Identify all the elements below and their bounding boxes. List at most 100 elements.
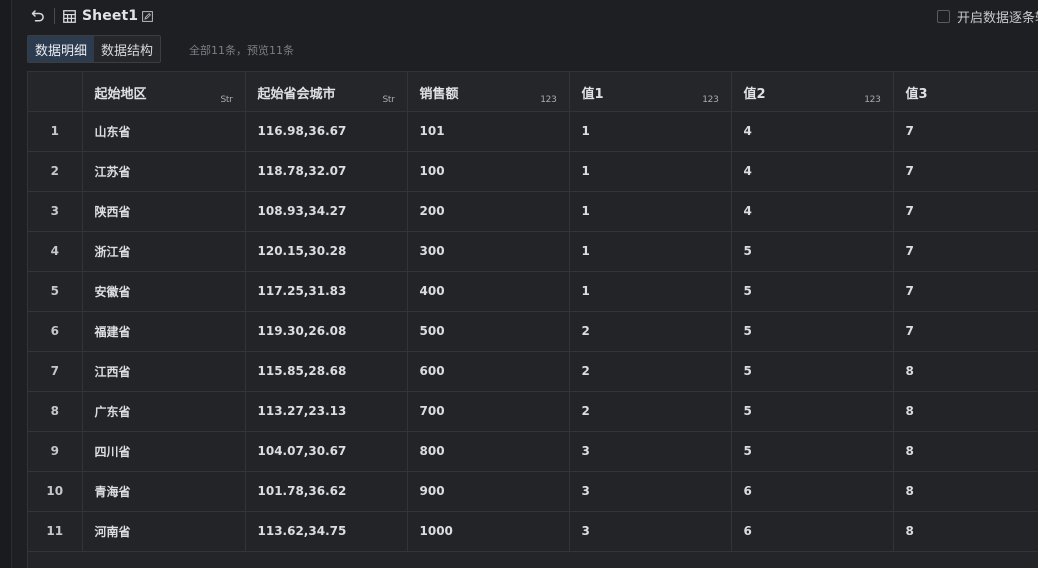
table-cell[interactable]: 2 [569, 391, 732, 432]
column-name: 销售额 [419, 87, 459, 102]
column-name: 起始省会城市 [257, 87, 336, 102]
table-cell[interactable]: 青海省 [82, 471, 246, 512]
table-cell[interactable]: 7 [893, 271, 1038, 312]
table-row[interactable]: 9 四川省 104.07,30.67 800 3 5 8 [28, 431, 1038, 472]
table-cell[interactable]: 6 [731, 471, 894, 512]
table-row[interactable]: 1 山东省 116.98,36.67 101 1 4 7 [28, 111, 1038, 152]
table-cell[interactable]: 陕西省 [82, 191, 246, 232]
table-cell[interactable]: 5 [731, 271, 894, 312]
table-cell[interactable]: 500 [407, 311, 570, 352]
table-cell[interactable]: 2 [569, 351, 732, 392]
table-cell[interactable]: 100 [407, 151, 570, 192]
table-cell[interactable]: 8 [893, 391, 1038, 432]
table-cell[interactable]: 山东省 [82, 111, 246, 152]
table-cell[interactable]: 7 [893, 111, 1038, 152]
page: Sheet1 开启数据逐条轮 数据明细 数据结构 全部11条，预览11条 [0, 0, 1038, 568]
table-row[interactable]: 3 陕西省 108.93,34.27 200 1 4 7 [28, 191, 1038, 232]
row-index: 8 [28, 391, 83, 432]
table-cell[interactable]: 115.85,28.68 [245, 351, 408, 392]
table-cell[interactable]: 4 [731, 191, 894, 232]
table-cell[interactable]: 101.78,36.62 [245, 471, 408, 512]
table-cell[interactable]: 1 [569, 151, 732, 192]
table-row[interactable]: 11 河南省 113.62,34.75 1000 3 6 8 [28, 511, 1038, 552]
table-cell[interactable]: 104.07,30.67 [245, 431, 408, 472]
table-cell[interactable]: 900 [407, 471, 570, 512]
column-header[interactable]: 值3 123 [893, 72, 1038, 112]
table-cell[interactable]: 5 [731, 431, 894, 472]
table-cell[interactable]: 1 [569, 111, 732, 152]
table-cell[interactable]: 113.27,23.13 [245, 391, 408, 432]
table-row[interactable]: 6 福建省 119.30,26.08 500 2 5 7 [28, 311, 1038, 352]
table-cell[interactable]: 600 [407, 351, 570, 392]
table-cell[interactable]: 113.62,34.75 [245, 511, 408, 552]
table-cell[interactable]: 7 [893, 191, 1038, 232]
table-cell[interactable]: 江苏省 [82, 151, 246, 192]
table-cell[interactable]: 1 [569, 271, 732, 312]
table-cell[interactable]: 广东省 [82, 391, 246, 432]
table-cell[interactable]: 8 [893, 511, 1038, 552]
row-index: 9 [28, 431, 83, 472]
table-cell[interactable]: 5 [731, 231, 894, 272]
table-row[interactable]: 10 青海省 101.78,36.62 900 3 6 8 [28, 471, 1038, 512]
table-cell[interactable]: 3 [569, 431, 732, 472]
table-cell[interactable]: 101 [407, 111, 570, 152]
column-header[interactable]: 销售额 123 [407, 72, 570, 112]
table-cell[interactable]: 800 [407, 431, 570, 472]
table-cell[interactable]: 7 [893, 231, 1038, 272]
index-header [28, 72, 83, 112]
table-cell[interactable]: 700 [407, 391, 570, 432]
tab-data-detail[interactable]: 数据明细 [28, 36, 95, 62]
column-header[interactable]: 起始地区 Str [82, 72, 246, 112]
table-cell[interactable]: 117.25,31.83 [245, 271, 408, 312]
column-header[interactable]: 值1 123 [569, 72, 732, 112]
table-cell[interactable]: 108.93,34.27 [245, 191, 408, 232]
table-cell[interactable]: 8 [893, 471, 1038, 512]
auto-rotate-toggle[interactable]: 开启数据逐条轮 [936, 7, 1038, 26]
table-cell[interactable]: 6 [731, 511, 894, 552]
table-cell[interactable]: 7 [893, 311, 1038, 352]
undo-arrow-icon[interactable] [26, 4, 50, 28]
table-cell[interactable]: 120.15,30.28 [245, 231, 408, 272]
table-cell[interactable]: 5 [731, 311, 894, 352]
row-index: 4 [28, 231, 83, 272]
table-cell[interactable]: 浙江省 [82, 231, 246, 272]
table-cell[interactable]: 119.30,26.08 [245, 311, 408, 352]
table-cell[interactable]: 2 [569, 311, 732, 352]
data-table-container[interactable]: 起始地区 Str 起始省会城市 Str 销售额 123 值1 123 值2 12… [27, 71, 1038, 568]
table-cell[interactable]: 118.78,32.07 [245, 151, 408, 192]
row-index: 11 [28, 511, 83, 552]
table-cell[interactable]: 福建省 [82, 311, 246, 352]
table-cell[interactable]: 3 [569, 511, 732, 552]
table-cell[interactable]: 3 [569, 471, 732, 512]
table-cell[interactable]: 河南省 [82, 511, 246, 552]
table-row[interactable]: 4 浙江省 120.15,30.28 300 1 5 7 [28, 231, 1038, 272]
table-cell[interactable]: 116.98,36.67 [245, 111, 408, 152]
table-cell[interactable]: 7 [893, 151, 1038, 192]
table-cell[interactable]: 4 [731, 151, 894, 192]
table-cell[interactable]: 8 [893, 351, 1038, 392]
table-cell[interactable]: 200 [407, 191, 570, 232]
table-cell[interactable]: 300 [407, 231, 570, 272]
table-row[interactable]: 2 江苏省 118.78,32.07 100 1 4 7 [28, 151, 1038, 192]
auto-rotate-checkbox[interactable] [936, 10, 950, 23]
table-cell[interactable]: 四川省 [82, 431, 246, 472]
table-cell[interactable]: 400 [407, 271, 570, 312]
column-header[interactable]: 值2 123 [731, 72, 894, 112]
table-cell[interactable]: 1 [569, 191, 732, 232]
table-cell[interactable]: 安徽省 [82, 271, 246, 312]
left-rail [0, 0, 12, 568]
table-row[interactable]: 8 广东省 113.27,23.13 700 2 5 8 [28, 391, 1038, 432]
tab-data-structure[interactable]: 数据结构 [94, 36, 161, 62]
table-cell[interactable]: 5 [731, 351, 894, 392]
column-header[interactable]: 起始省会城市 Str [245, 72, 408, 112]
table-row[interactable]: 5 安徽省 117.25,31.83 400 1 5 7 [28, 271, 1038, 312]
table-row[interactable]: 7 江西省 115.85,28.68 600 2 5 8 [28, 351, 1038, 392]
table-cell[interactable]: 5 [731, 391, 894, 432]
table-cell[interactable]: 江西省 [82, 351, 246, 392]
table-cell[interactable]: 4 [731, 111, 894, 152]
edit-pencil-icon[interactable] [142, 10, 154, 22]
table-cell[interactable]: 1 [569, 231, 732, 272]
table-cell[interactable]: 1000 [407, 511, 570, 552]
column-name: 值1 [581, 87, 604, 102]
table-cell[interactable]: 8 [893, 431, 1038, 472]
